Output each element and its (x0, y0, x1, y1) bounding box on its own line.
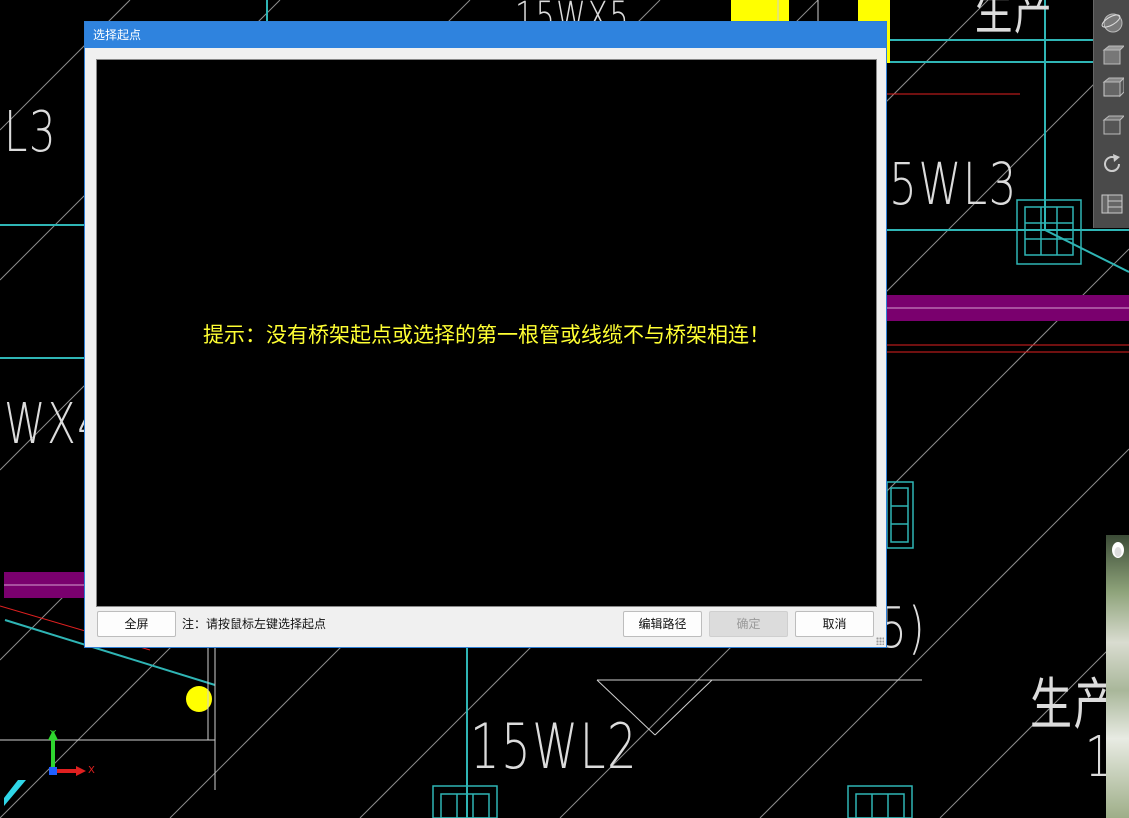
select-start-dialog: 选择起点 提示：没有桥架起点或选择的第一根管或线缆不与桥架相连！ 全屏 注：请按… (84, 21, 887, 648)
drawing-label-15wl2: 15WL2 (470, 710, 639, 783)
preview-area[interactable]: 提示：没有桥架起点或选择的第一根管或线缆不与桥架相连！ (96, 59, 877, 607)
rotate-icon[interactable] (1100, 152, 1124, 176)
note-text: 注：请按鼠标左键选择起点 (182, 617, 327, 631)
view-toolbar (1093, 0, 1129, 228)
top-view-icon[interactable] (1100, 44, 1126, 68)
layout-icon[interactable] (1100, 192, 1124, 216)
side-image-strip (1106, 535, 1129, 818)
penguin-icon[interactable] (1110, 541, 1126, 559)
box-view-icon[interactable] (1100, 114, 1126, 138)
fullscreen-button[interactable]: 全屏 (97, 611, 176, 637)
ucs-axis-icon (48, 730, 86, 776)
dialog-title[interactable]: 选择起点 (85, 22, 886, 48)
ucs-x-label: X (88, 765, 95, 776)
cancel-button[interactable]: 取消 (795, 611, 874, 637)
warning-message: 提示：没有桥架起点或选择的第一根管或线缆不与桥架相连！ (203, 323, 770, 347)
ok-button[interactable]: 确定 (709, 611, 788, 637)
corner-triangle-icon (4, 780, 26, 806)
edit-path-button[interactable]: 编辑路径 (623, 611, 702, 637)
ucs-y-label: Y (50, 729, 57, 740)
resize-grip[interactable] (876, 637, 884, 645)
drawing-label-production-top: 生产 (975, 0, 1053, 41)
drawing-label-l3: L3 (4, 100, 58, 165)
front-view-icon[interactable] (1100, 76, 1126, 100)
orbit-icon[interactable] (1100, 10, 1124, 34)
